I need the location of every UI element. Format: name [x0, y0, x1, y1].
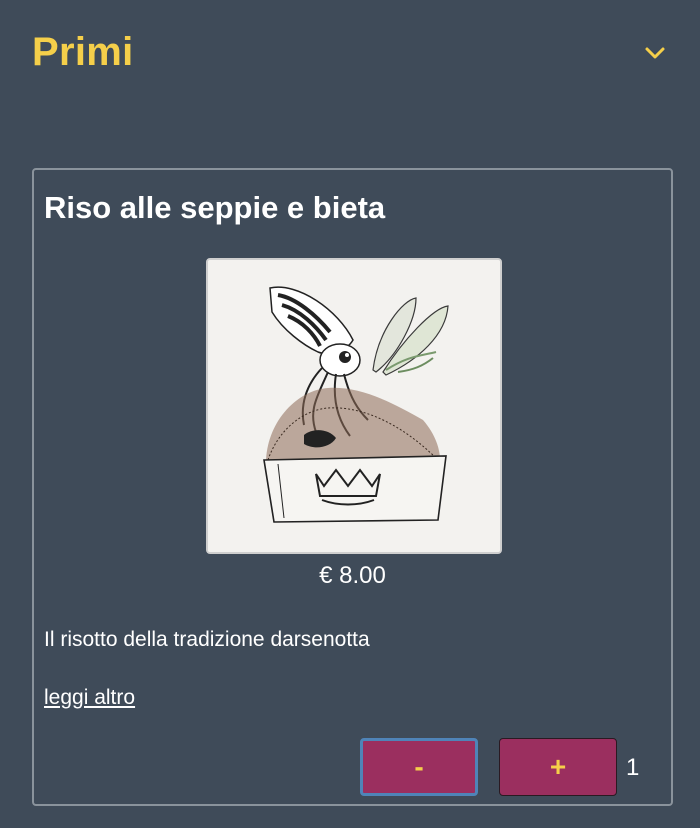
increase-quantity-button[interactable]: + [499, 738, 617, 796]
dish-price: € 8.00 [319, 562, 386, 589]
dish-description: Il risotto della tradizione darsenotta [44, 628, 370, 651]
decrease-quantity-button[interactable]: - [360, 738, 478, 796]
dish-image [206, 258, 502, 554]
read-more-link[interactable]: leggi altro [44, 686, 135, 710]
section-header[interactable]: Primi [0, 0, 700, 110]
section-title: Primi [32, 30, 134, 74]
dish-card: Riso alle seppie e bieta € 8.00 Il risot… [32, 168, 673, 806]
dish-title: Riso alle seppie e bieta [44, 190, 386, 225]
chevron-down-icon[interactable] [640, 38, 670, 68]
quantity-value: 1 [626, 754, 640, 781]
